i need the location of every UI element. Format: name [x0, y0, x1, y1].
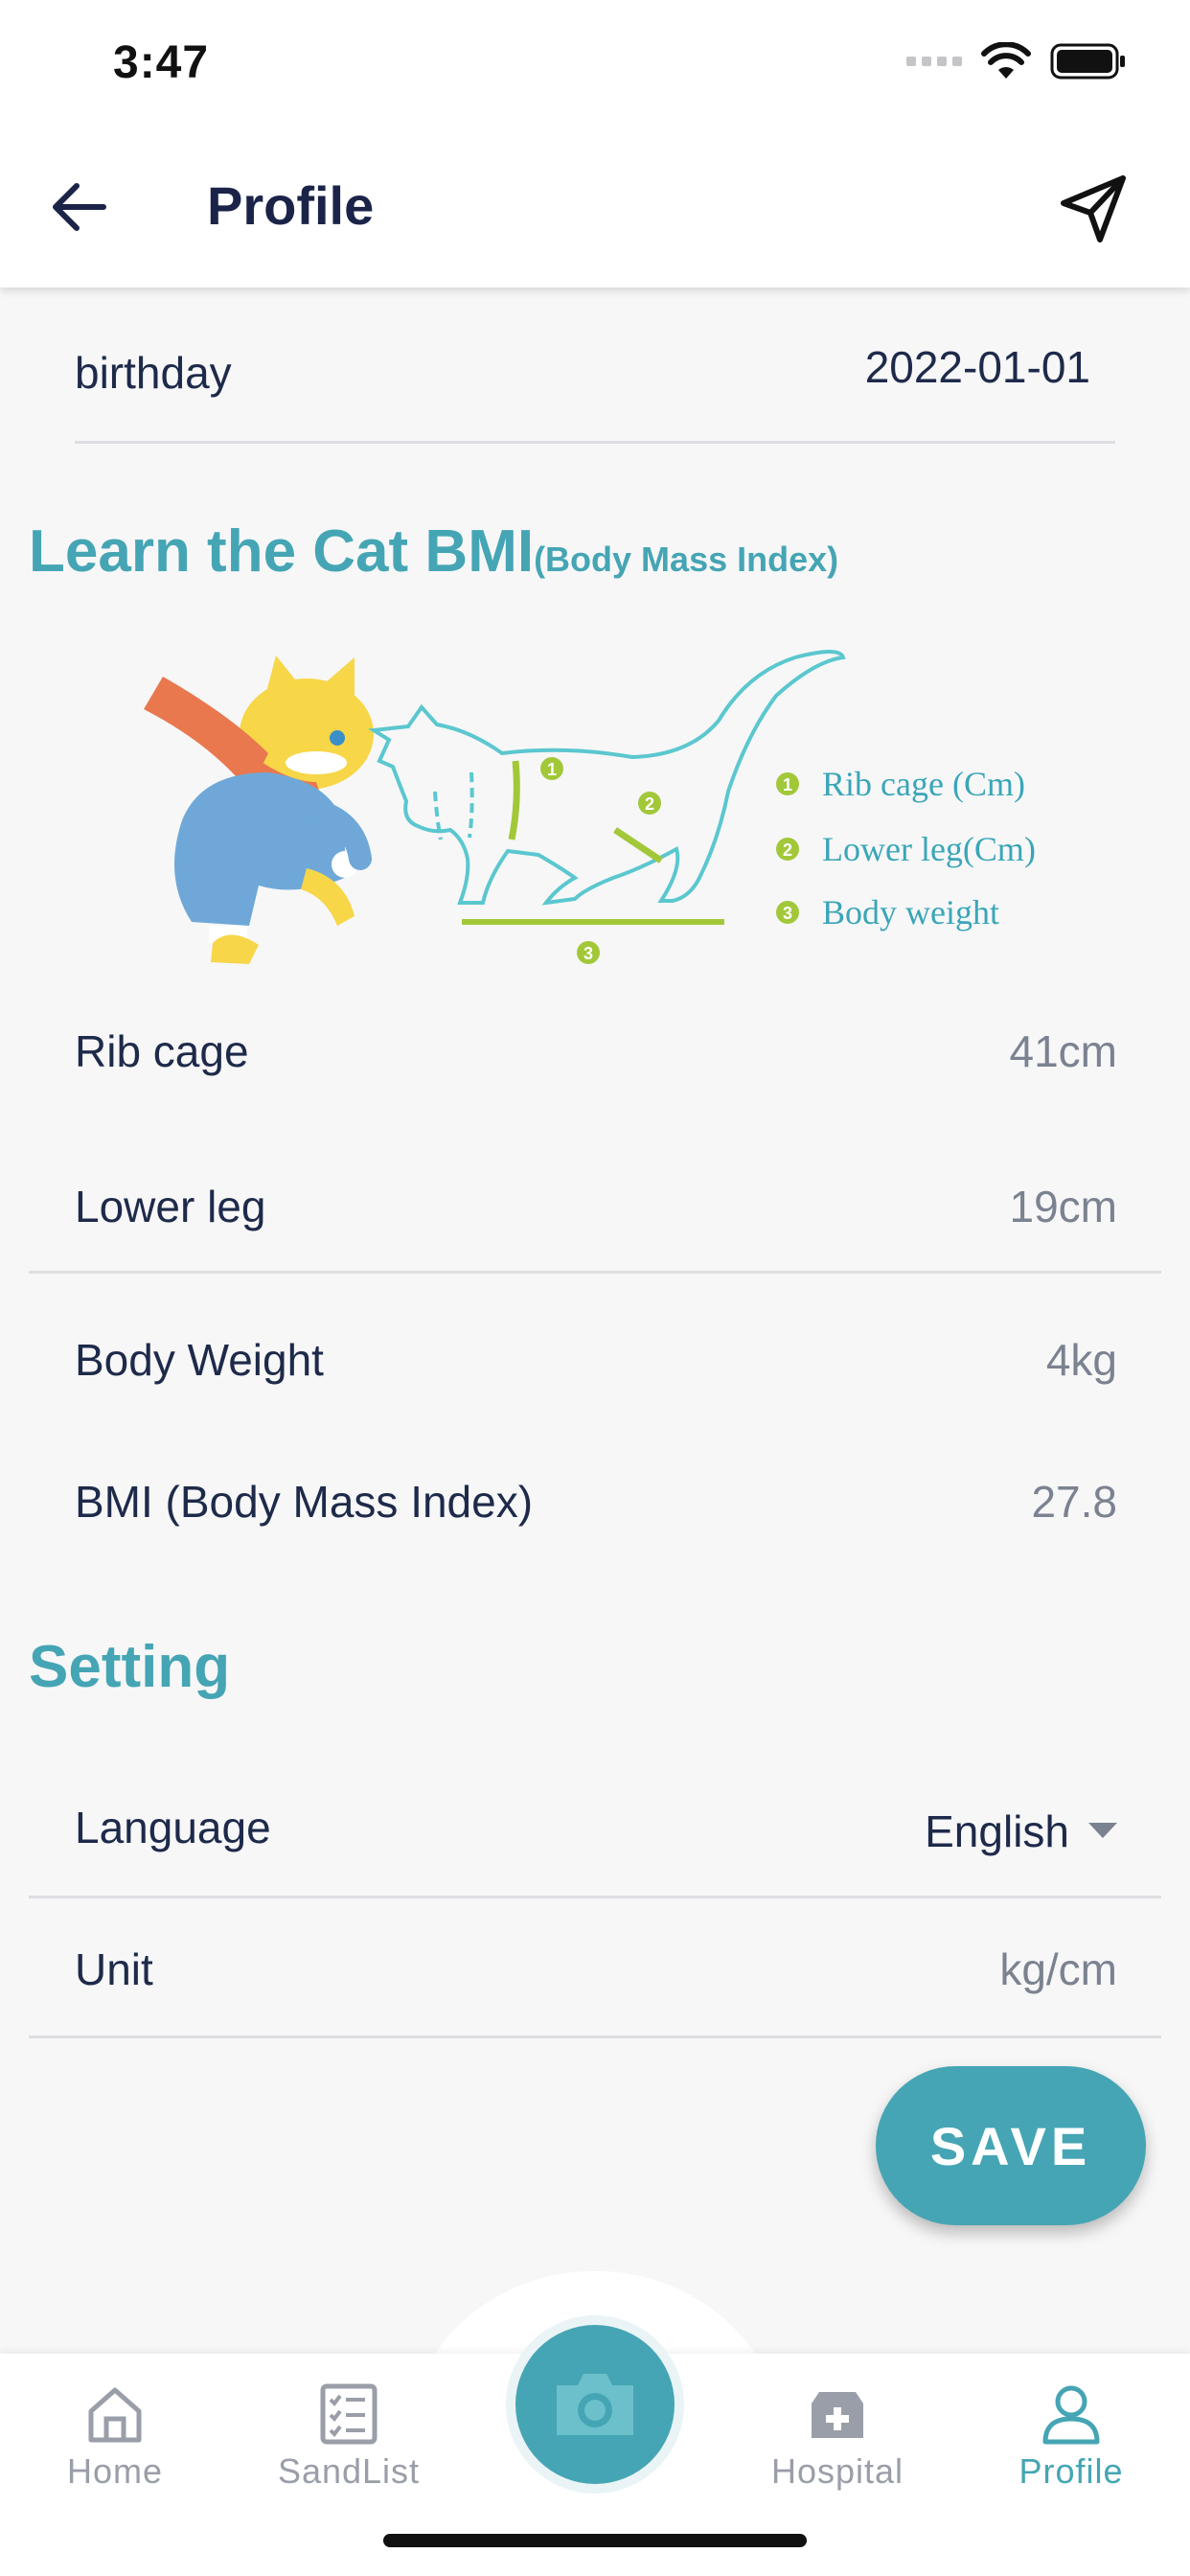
lower-leg-value[interactable]: 19cm	[671, 1181, 1117, 1232]
bmi-value: 27.8	[1031, 1477, 1117, 1527]
divider	[29, 1271, 1161, 1274]
tab-home-label: Home	[66, 2451, 164, 2491]
wifi-icon	[981, 42, 1031, 79]
unit-label: Unit	[75, 1944, 153, 1994]
page-title: Profile	[207, 175, 375, 236]
birthday-value: 2022-01-01	[864, 342, 1090, 392]
language-label: Language	[75, 1803, 271, 1852]
rib-cage-label: Rib cage	[75, 1026, 249, 1076]
camera-icon	[557, 2374, 633, 2435]
language-dropdown[interactable]: English	[824, 1788, 1117, 1874]
user-icon	[1042, 2385, 1100, 2445]
send-icon	[1061, 175, 1126, 242]
birthday-field[interactable]: 2022-01-01	[745, 341, 1113, 441]
rib-cage-value[interactable]: 41cm	[671, 1025, 1117, 1077]
tab-hospital-label: Hospital	[770, 2451, 904, 2491]
birthday-label: birthday	[75, 348, 232, 398]
tab-profile-label: Profile	[1018, 2451, 1124, 2491]
lower-leg-label: Lower leg	[75, 1182, 266, 1231]
camera-button[interactable]	[515, 2325, 675, 2484]
bmi-section-subtitle: (Body Mass Index)	[534, 540, 839, 579]
status-time: 3:47	[113, 37, 210, 88]
unit-value: kg/cm	[999, 1944, 1117, 1994]
arrow-left-icon	[53, 183, 106, 231]
bmi-section-heading: Learn the Cat BMI(Body Mass Index)	[29, 518, 838, 586]
body-weight-label: Body Weight	[75, 1335, 324, 1385]
signal-icon	[906, 57, 962, 66]
legend-rib-cage: Rib cage (Cm)	[822, 765, 1025, 803]
tab-sandlist-label: SandList	[277, 2451, 421, 2491]
setting-section-title: Setting	[29, 1634, 231, 1700]
svg-text:2: 2	[645, 794, 654, 814]
tab-profile[interactable]: Profile	[975, 2382, 1167, 2492]
back-button[interactable]	[46, 172, 115, 242]
hospital-icon	[812, 2392, 863, 2438]
bmi-label: BMI (Body Mass Index)	[75, 1477, 534, 1527]
tab-hospital[interactable]: Hospital	[742, 2382, 933, 2492]
language-value: English	[925, 1806, 1069, 1856]
divider	[29, 2036, 1161, 2038]
divider	[29, 1896, 1161, 1898]
save-button[interactable]: SAVE	[876, 2066, 1146, 2225]
svg-text:3: 3	[783, 904, 792, 923]
bmi-section-title: Learn the Cat BMI	[29, 518, 535, 585]
cat-outline-diagram	[368, 650, 846, 906]
tab-sandlist[interactable]: SandList	[253, 2382, 445, 2492]
svg-text:3: 3	[584, 944, 593, 963]
body-weight-value[interactable]: 4kg	[671, 1334, 1117, 1386]
illustration-legend: 1 Rib cage (Cm) 2 Lower leg(Cm) 3 Body w…	[776, 765, 1036, 932]
divider	[75, 441, 1115, 444]
home-indicator	[383, 2534, 807, 2547]
svg-text:1: 1	[783, 775, 792, 794]
svg-text:2: 2	[783, 840, 792, 860]
legend-lower-leg: Lower leg(Cm)	[822, 830, 1036, 868]
share-button[interactable]	[1056, 171, 1133, 247]
status-icons	[906, 42, 1127, 80]
battery-icon	[1050, 43, 1125, 80]
svg-text:1: 1	[547, 760, 557, 779]
caret-down-icon	[1088, 1823, 1117, 1838]
legend-body-weight: Body weight	[822, 893, 999, 932]
home-icon	[88, 2387, 142, 2443]
cartoon-cat-image	[144, 656, 374, 964]
checklist-icon	[320, 2383, 378, 2445]
tab-home[interactable]: Home	[19, 2382, 211, 2492]
cat-bmi-illustration: 1 2 3 1 Rib cage (Cm) 2 Lower leg(Cm) 3 …	[144, 650, 1036, 964]
